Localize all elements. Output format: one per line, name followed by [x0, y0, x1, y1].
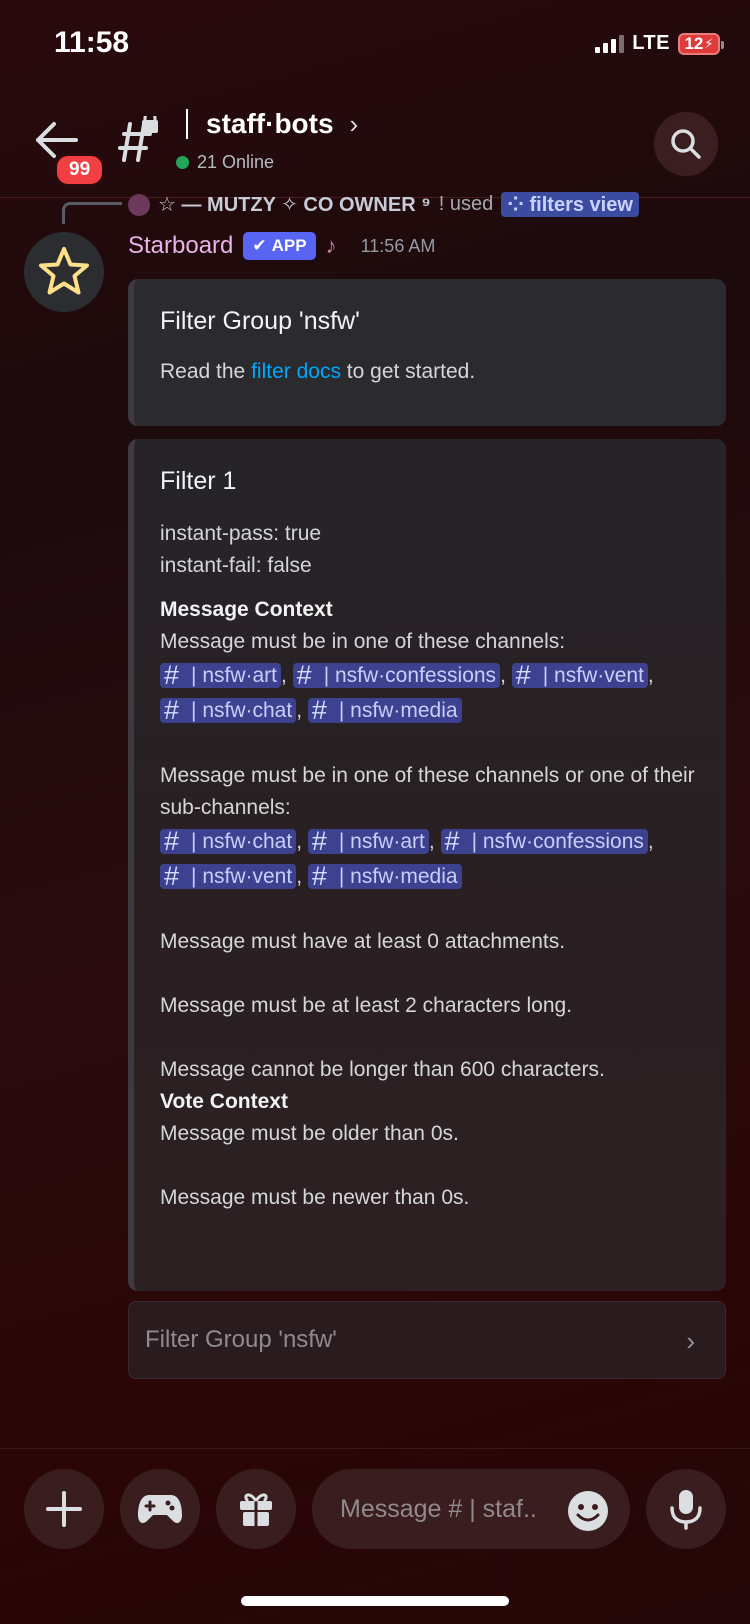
- channel-mention[interactable]: # | nsfw·art: [307, 826, 429, 856]
- filter-docs-link[interactable]: filter docs: [251, 360, 341, 383]
- hash-icon: #: [444, 826, 460, 856]
- unread-badge: 99: [54, 153, 106, 187]
- search-icon: [671, 129, 701, 159]
- plus-icon: [46, 1491, 82, 1527]
- hash-icon: #: [311, 826, 327, 856]
- author-name[interactable]: Starboard: [128, 232, 233, 260]
- battery-level: 12: [684, 33, 704, 53]
- embed-filter-group: Filter Group 'nsfw' Read the filter docs…: [128, 279, 726, 426]
- status-time: 11:58: [54, 26, 130, 59]
- chevron-right-icon: ›: [349, 108, 359, 139]
- min-length-rule: Message must be at least 2 characters lo…: [160, 994, 573, 1017]
- channel-mention[interactable]: # | nsfw·art: [160, 660, 281, 690]
- channel-name: staff·bots: [206, 108, 334, 139]
- docs-suffix: to get started.: [340, 360, 476, 383]
- hash-icon: #: [311, 861, 327, 891]
- docs-prefix: Read the: [160, 360, 252, 383]
- subchannel-list: # | nsfw·chat, # | nsfw·art, # | nsfw·confe…: [160, 824, 700, 894]
- reply-connector: [62, 202, 122, 224]
- reply-reference[interactable]: ☆ — MUTZY ✧ CO OWNER ⁹ ! used ⁘ filters …: [128, 192, 639, 217]
- message-header: Starboard ✔ APP ♪ 11:56 AM: [128, 232, 435, 260]
- message-context-heading: Message Context: [160, 598, 333, 621]
- gamepad-icon: [138, 1495, 182, 1523]
- embed-title: Filter Group 'nsfw': [160, 307, 360, 335]
- max-length-rule: Message cannot be longer than 600 charac…: [160, 1058, 605, 1081]
- hash-icon: #: [296, 660, 312, 690]
- channel-mention[interactable]: # | nsfw·chat: [160, 826, 297, 856]
- instant-pass: instant-pass: true: [160, 522, 322, 545]
- hash-icon: #: [164, 660, 180, 690]
- gift-icon: [240, 1493, 272, 1526]
- microphone-icon: [670, 1490, 702, 1530]
- check-icon: ✔: [252, 236, 267, 255]
- guitar-emoji-icon: ♪: [325, 233, 337, 258]
- channel-mention[interactable]: # | nsfw·chat: [160, 695, 297, 725]
- star-icon: [39, 247, 89, 295]
- reply-command-label: filters view: [529, 194, 633, 216]
- signal-icon: [595, 34, 625, 53]
- message-timestamp: 11:56 AM: [360, 235, 436, 256]
- subchannels-label: Message must be in one of these channels…: [160, 764, 695, 819]
- online-dot-icon: [176, 156, 189, 169]
- channel-title[interactable]: staff·bots ›: [186, 108, 358, 140]
- channels-label: Message must be in one of these channels…: [160, 630, 566, 653]
- message-input[interactable]: [340, 1491, 550, 1527]
- channel-mention[interactable]: # | nsfw·media: [307, 861, 462, 891]
- status-indicators: LTE 12 ⚡: [595, 32, 724, 55]
- instant-fail: instant-fail: false: [160, 554, 312, 577]
- channel-divider: [186, 109, 188, 139]
- reply-command[interactable]: ⁘ filters view: [501, 192, 639, 217]
- hash-icon: #: [164, 695, 180, 725]
- add-button[interactable]: [24, 1469, 104, 1549]
- channel-lock-icon: [114, 111, 162, 164]
- embed-filter-1: Filter 1 instant-pass: true instant-fail…: [128, 439, 726, 1291]
- activities-button[interactable]: [120, 1469, 200, 1549]
- channel-mention[interactable]: # | nsfw·vent: [160, 861, 297, 891]
- newer-rule: Message must be newer than 0s.: [160, 1186, 470, 1209]
- filter-group-select[interactable]: Filter Group 'nsfw' ›: [128, 1301, 726, 1379]
- channel-list: # | nsfw·art, # | nsfw·confessions, # | nsf…: [160, 658, 700, 728]
- reply-used: ! used: [438, 193, 494, 215]
- app-badge: ✔ APP: [243, 232, 316, 260]
- status-bar: 11:58 LTE 12 ⚡: [0, 0, 750, 92]
- network-label: LTE: [632, 32, 670, 54]
- avatar[interactable]: [24, 232, 104, 312]
- filter-title: Filter 1: [160, 467, 237, 495]
- reply-avatar-icon: [128, 193, 150, 216]
- voice-button[interactable]: [646, 1469, 726, 1549]
- battery-icon: 12 ⚡: [678, 32, 724, 55]
- chevron-right-icon: ›: [686, 1326, 695, 1356]
- channel-mention[interactable]: # | nsfw·media: [307, 695, 462, 725]
- vote-context-heading: Vote Context: [160, 1090, 288, 1113]
- search-button[interactable]: [654, 112, 718, 176]
- app-badge-label: APP: [271, 236, 307, 255]
- channel-mention[interactable]: # | nsfw·confessions: [292, 660, 501, 690]
- online-status: 21 Online: [176, 152, 274, 173]
- attachments-rule: Message must have at least 0 attachments…: [160, 930, 566, 953]
- select-value: Filter Group 'nsfw': [145, 1326, 337, 1353]
- channel-header: 99 staff·bots › 21 Online: [0, 92, 750, 198]
- hash-icon: #: [164, 861, 180, 891]
- older-rule: Message must be older than 0s.: [160, 1122, 459, 1145]
- online-count: 21 Online: [197, 152, 275, 172]
- hash-icon: #: [311, 695, 327, 725]
- embed-description: Read the filter docs to get started.: [160, 356, 700, 388]
- command-icon: ⁘: [507, 194, 530, 216]
- home-indicator[interactable]: [241, 1596, 509, 1606]
- reply-author: ☆ — MUTZY ✧ CO OWNER ⁹: [158, 194, 431, 216]
- channel-mention[interactable]: # | nsfw·confessions: [440, 826, 648, 856]
- message-input-wrapper[interactable]: [312, 1469, 630, 1549]
- gift-button[interactable]: [216, 1469, 296, 1549]
- emoji-icon: [568, 1491, 608, 1531]
- channel-mention[interactable]: # | nsfw·vent: [511, 660, 648, 690]
- hash-icon: #: [515, 660, 531, 690]
- hash-icon: #: [164, 826, 180, 856]
